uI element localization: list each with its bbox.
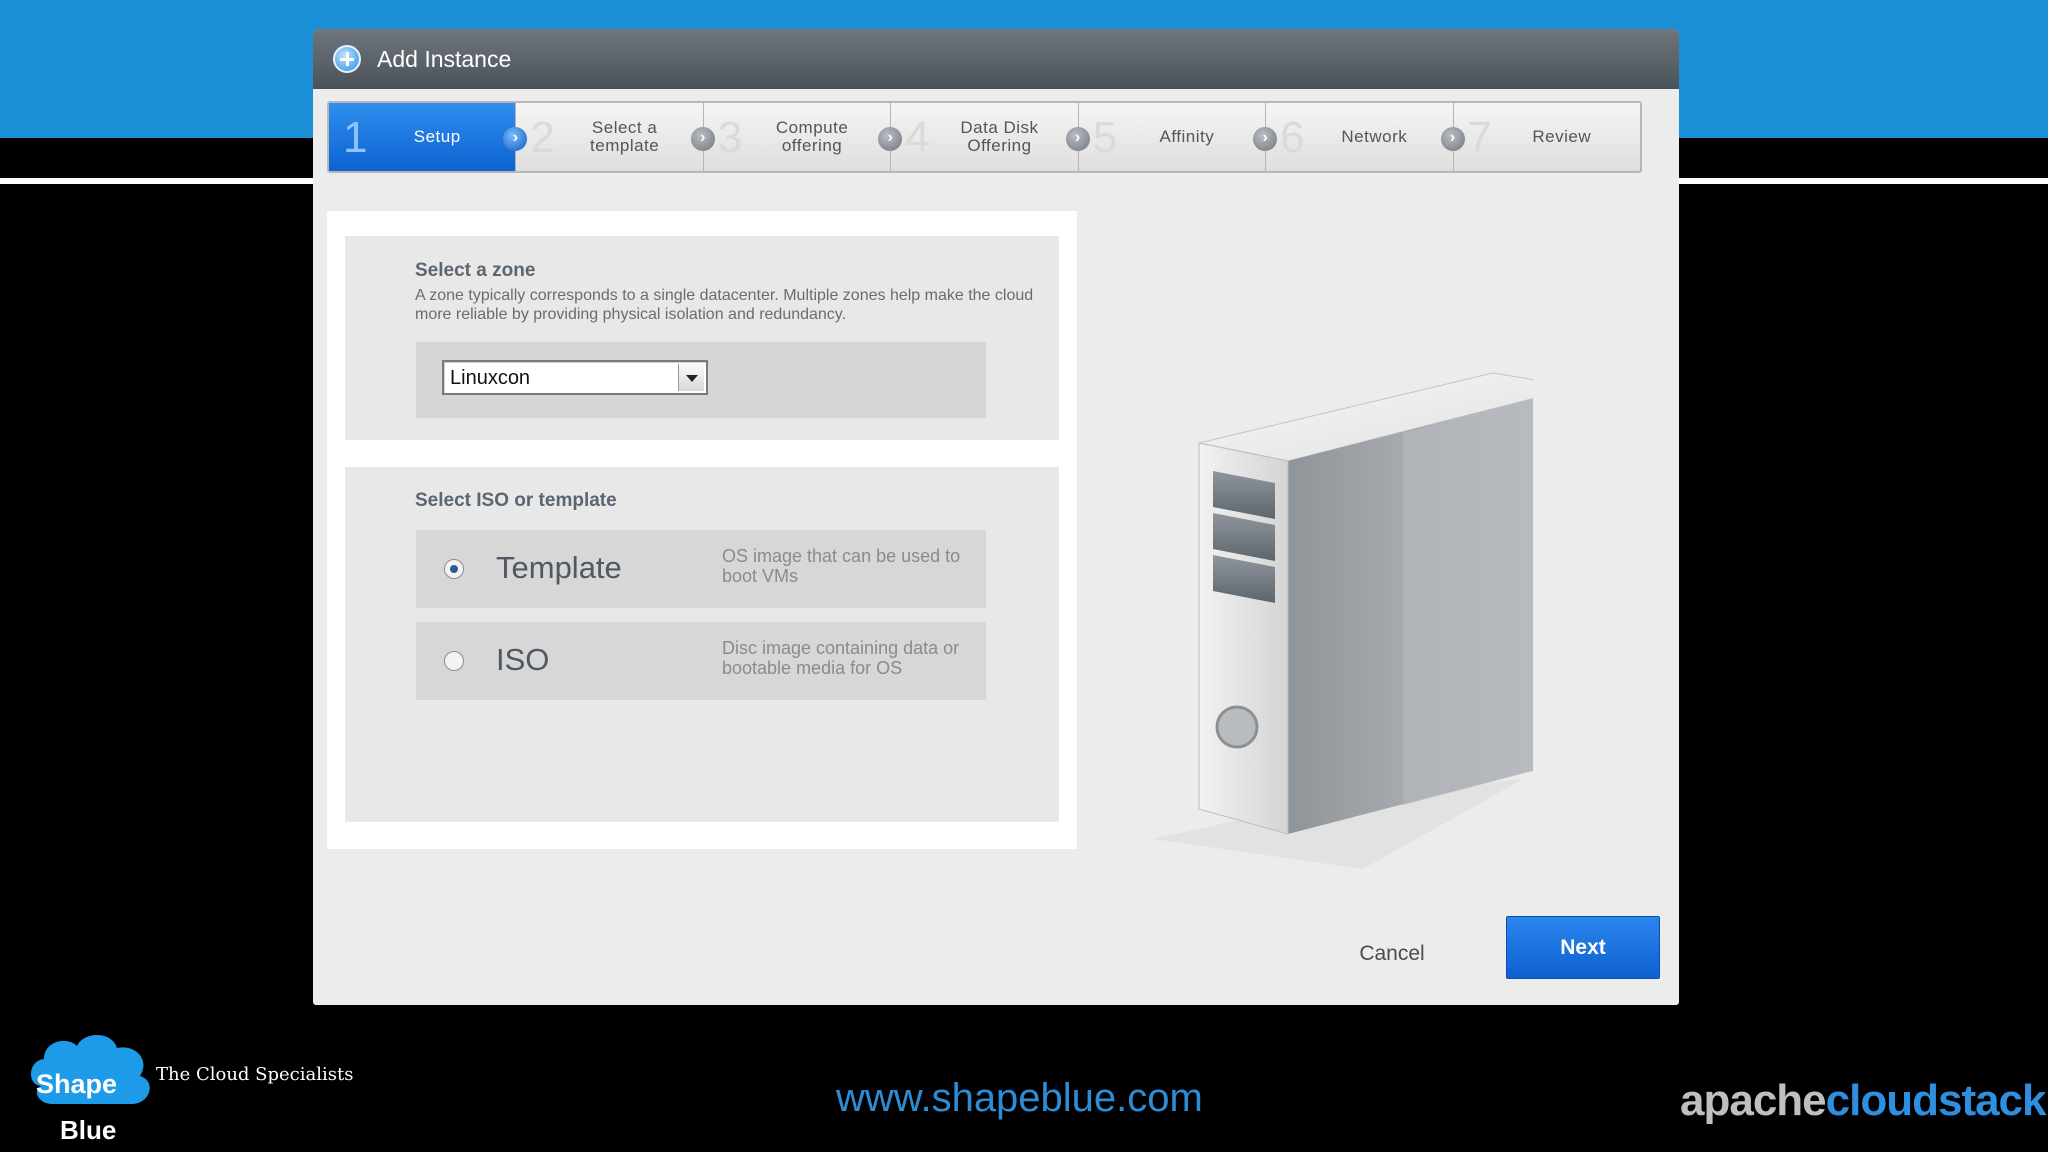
add-circle-icon (333, 45, 361, 73)
chevron-down-icon[interactable] (678, 364, 704, 391)
step-review[interactable]: 7 Review (1454, 103, 1640, 171)
chevron-right-icon: › (1253, 127, 1278, 151)
step-label: Review (1532, 127, 1592, 146)
chevron-right-icon: › (1440, 127, 1465, 151)
zone-section-title: Select a zone (415, 260, 536, 281)
template-option-description: OS image that can be used to boot VMs (722, 546, 961, 586)
step-label: Network (1341, 127, 1408, 146)
iso-template-section: Select ISO or template Template OS image… (345, 467, 1059, 822)
power-button-icon (1215, 705, 1259, 749)
step-compute-offering[interactable]: 3 Compute offering › (704, 103, 903, 171)
logo-word-blue: Blue (60, 1115, 116, 1145)
step-label: Select a template (590, 118, 660, 155)
wizard-steps: 1 Setup › 2 Select a template › 3 Comput… (327, 101, 1642, 173)
zone-select-container: Linuxcon (416, 342, 986, 418)
template-option[interactable]: Template OS image that can be used to bo… (416, 530, 986, 608)
iso-option-label: ISO (496, 642, 550, 677)
step-label: Compute offering (775, 118, 849, 155)
next-button[interactable]: Next (1506, 916, 1660, 979)
step-select-template[interactable]: 2 Select a template › (516, 103, 715, 171)
dialog-title: Add Instance (377, 46, 512, 72)
step-affinity[interactable]: 5 Affinity › (1079, 103, 1278, 171)
zone-select[interactable]: Linuxcon (442, 360, 708, 395)
iso-option-description: Disc image containing data or bootable m… (722, 638, 960, 678)
logo-tagline: The Cloud Specialists (156, 1064, 354, 1085)
iso-option[interactable]: ISO Disc image containing data or bootab… (416, 622, 986, 700)
setup-content-panel: Select a zone A zone typically correspon… (327, 211, 1077, 849)
step-setup[interactable]: 1 Setup › (329, 103, 528, 171)
chevron-right-icon: › (1065, 127, 1090, 151)
step-network[interactable]: 6 Network › (1266, 103, 1465, 171)
zone-description: A zone typically corresponds to a single… (415, 287, 1034, 323)
zone-select-value: Linuxcon (450, 367, 531, 389)
server-side-panel (1403, 398, 1533, 805)
iso-radio[interactable] (444, 651, 464, 671)
logo-word-apache: apache (1680, 1076, 1827, 1125)
dialog-titlebar: Add Instance (313, 29, 1679, 89)
template-option-label: Template (496, 550, 622, 585)
server-illustration (1153, 372, 1533, 869)
website-link: www.shapeblue.com (836, 1076, 1203, 1120)
logo-word-cloudstack: cloudstack (1825, 1076, 2047, 1125)
logo-word-shape: Shape (36, 1069, 117, 1099)
step-label: Data Disk Offering (960, 118, 1039, 155)
iso-section-title: Select ISO or template (415, 490, 617, 511)
template-radio[interactable] (444, 559, 464, 579)
step-label: Affinity (1159, 127, 1215, 146)
chevron-right-icon: › (690, 127, 715, 151)
step-data-disk-offering[interactable]: 4 Data Disk Offering › (891, 103, 1090, 171)
add-instance-dialog: Add Instance 1 Setup › 2 Select a templa… (313, 29, 1679, 1005)
step-label: Setup (413, 127, 461, 146)
apache-cloudstack-logo: apachecloudstack (1680, 1076, 2047, 1126)
zone-section: Select a zone A zone typically correspon… (345, 236, 1059, 440)
cancel-button[interactable]: Cancel (1337, 934, 1447, 974)
shapeblue-logo: Shape Blue (30, 1034, 150, 1145)
